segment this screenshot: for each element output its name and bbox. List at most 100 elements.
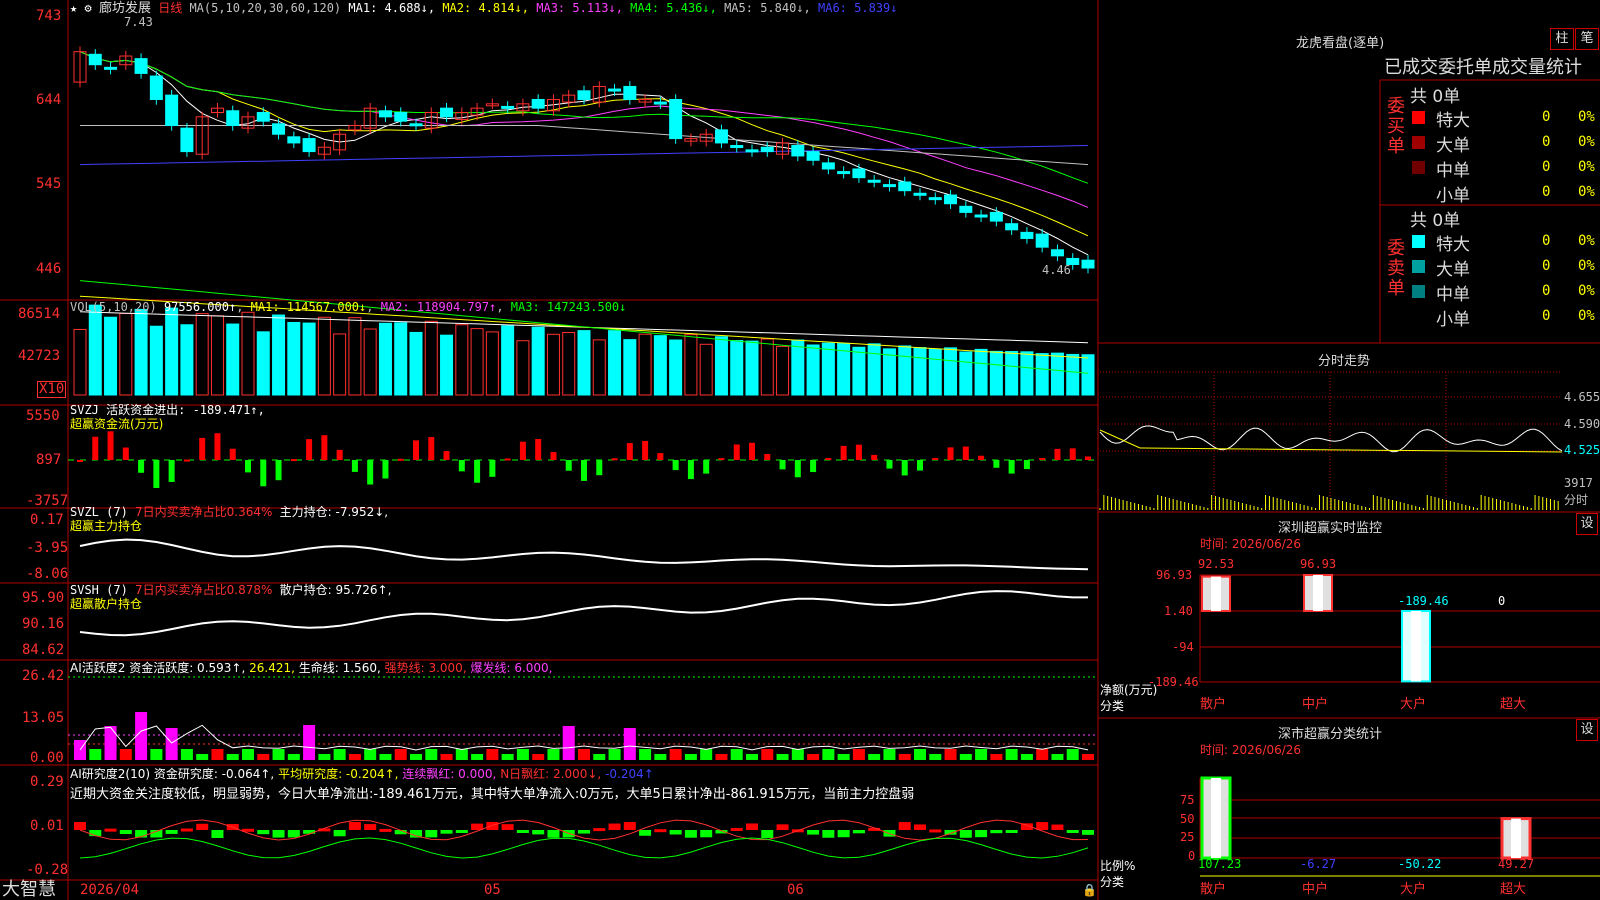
date-tick: 2026/04 xyxy=(80,882,140,898)
classify-axis-tick: 75 xyxy=(1180,793,1195,807)
svzj-bar xyxy=(1039,458,1046,461)
svzj-bar xyxy=(382,460,389,479)
svzj-bar xyxy=(1069,448,1076,460)
ma-value-1: MA1: 4.688↓, xyxy=(348,1,436,15)
intraday-axis-tick: 4.655 xyxy=(1564,390,1600,404)
bar-value-label: -6.27 xyxy=(1300,857,1337,871)
buy-total: 共 0单 xyxy=(1410,87,1461,107)
volume-bar xyxy=(989,350,1003,396)
ai2-bar xyxy=(654,829,667,833)
volume-bar xyxy=(180,324,194,396)
ai2-green-line xyxy=(79,837,1089,859)
monitor-bar-highlight xyxy=(1313,575,1323,611)
lock-icon[interactable]: 🔒 xyxy=(1082,884,1097,897)
volume-bar xyxy=(272,314,286,396)
svsh-title: SVSH (7) xyxy=(70,583,128,597)
bar-value-label: 49.27 xyxy=(1498,857,1535,871)
ai2-bar xyxy=(639,830,652,836)
svzl-axis-tick: -3.95 xyxy=(26,540,69,556)
monitor-bar-highlight xyxy=(1411,611,1421,682)
monitor-settings-button[interactable]: 设 xyxy=(1576,513,1598,535)
ai2-bar xyxy=(1066,830,1079,833)
classify-settings-button[interactable]: 设 xyxy=(1576,719,1598,741)
candle-body xyxy=(928,197,942,201)
ai1-bar xyxy=(547,749,560,760)
category-label: 中户 xyxy=(1302,697,1329,712)
volume-bar xyxy=(134,308,148,396)
chart-tool-icon[interactable]: ⚙ xyxy=(84,1,91,15)
ai2-bar xyxy=(455,830,468,833)
ai1-bar xyxy=(791,749,804,760)
volume-bar xyxy=(928,348,942,396)
order-percent: 0% xyxy=(1578,184,1595,200)
svzj-bar xyxy=(229,448,236,460)
ai2-continuous-red: 连续飘红: 0.000, xyxy=(402,767,497,781)
volume-bar xyxy=(867,343,881,396)
stock-name[interactable]: 廊坊发展 xyxy=(99,1,151,16)
svzj-bar xyxy=(245,460,251,473)
ai1-bar xyxy=(165,728,178,760)
volume-bar xyxy=(501,325,515,396)
ai1-bar xyxy=(684,754,697,760)
ma-value-2: MA2: 4.814↓, xyxy=(435,1,530,15)
ai1-bar xyxy=(1005,749,1018,760)
ai2-bar xyxy=(180,828,193,832)
price-header: ★ ⚙ 廊坊发展 日线 MA(5,10,20,30,60,120) MA1: 4… xyxy=(70,1,897,16)
bar-value-label: 96.93 xyxy=(1300,557,1337,571)
svzj-bar xyxy=(1054,448,1061,460)
volume-bar xyxy=(195,313,209,396)
ai1-bar xyxy=(364,749,377,760)
intraday-axis-tick: 4.590 xyxy=(1564,417,1600,431)
ai1-bar xyxy=(1051,754,1064,760)
vol-unit-label[interactable]: X10 xyxy=(37,381,67,398)
svzj-bar xyxy=(733,444,740,460)
bar-value-label: 107.23 xyxy=(1198,857,1242,871)
volume-bar xyxy=(913,347,927,396)
ai2-bar xyxy=(379,828,392,832)
candle-body xyxy=(760,146,774,153)
ai2-bar xyxy=(196,823,209,830)
ai2-bar xyxy=(776,824,789,830)
period-label[interactable]: 日线 xyxy=(158,1,182,15)
classify-bar-highlight xyxy=(1211,778,1221,858)
ai1-bar xyxy=(730,749,743,760)
volume-bar xyxy=(73,328,87,396)
order-color-swatch xyxy=(1412,161,1425,174)
favorite-star-icon[interactable]: ★ xyxy=(70,1,77,15)
ai1-bar xyxy=(700,749,713,760)
ai1-bar xyxy=(929,754,942,760)
ai2-bar xyxy=(700,830,713,838)
volume-bar xyxy=(394,322,408,396)
svzj-bar xyxy=(489,460,496,477)
volume-bar xyxy=(1035,353,1049,396)
monitor-xlabel: 分类 xyxy=(1100,699,1125,713)
ai1-bar xyxy=(852,749,865,760)
lhb-stats-tab[interactable]: 已成交委托单成交量统计 xyxy=(1384,58,1582,78)
ai1-bar xyxy=(578,749,590,760)
volume-bar xyxy=(1020,351,1034,396)
tick-view-button[interactable]: 笔 xyxy=(1575,28,1599,50)
classify-xlabel: 分类 xyxy=(1100,875,1125,889)
bar-view-button[interactable]: 柱 xyxy=(1550,28,1574,50)
stock-chart-canvas[interactable] xyxy=(0,0,1600,900)
candle-body xyxy=(730,145,744,149)
order-size-label: 中单 xyxy=(1436,161,1470,181)
brand-logo: 大智慧 xyxy=(2,879,56,900)
svzj-bar xyxy=(978,455,985,460)
ai2-bar xyxy=(425,830,438,838)
svzj-bar xyxy=(183,459,190,462)
volume-bar xyxy=(440,334,454,396)
vol-ma2: MA2: 118904.797↑ xyxy=(380,300,497,314)
ai1-bar xyxy=(501,754,514,760)
ai2-axis-tick: -0.28 xyxy=(26,862,69,878)
ai1-bar xyxy=(150,749,163,760)
ai1-bar xyxy=(394,749,407,760)
volume-bar xyxy=(165,307,179,396)
volume-bar xyxy=(455,324,469,396)
candle-body xyxy=(882,184,896,188)
candle-body xyxy=(302,138,316,153)
ma-value-3: MA3: 5.113↓, xyxy=(529,1,623,15)
monitor-ylabel: 净额(万元) xyxy=(1100,683,1158,697)
ai2-bar xyxy=(440,830,453,834)
ai2-header: AI研究度2(10) 资金研究度: -0.064↑, 平均研究度: -0.204… xyxy=(70,768,654,781)
